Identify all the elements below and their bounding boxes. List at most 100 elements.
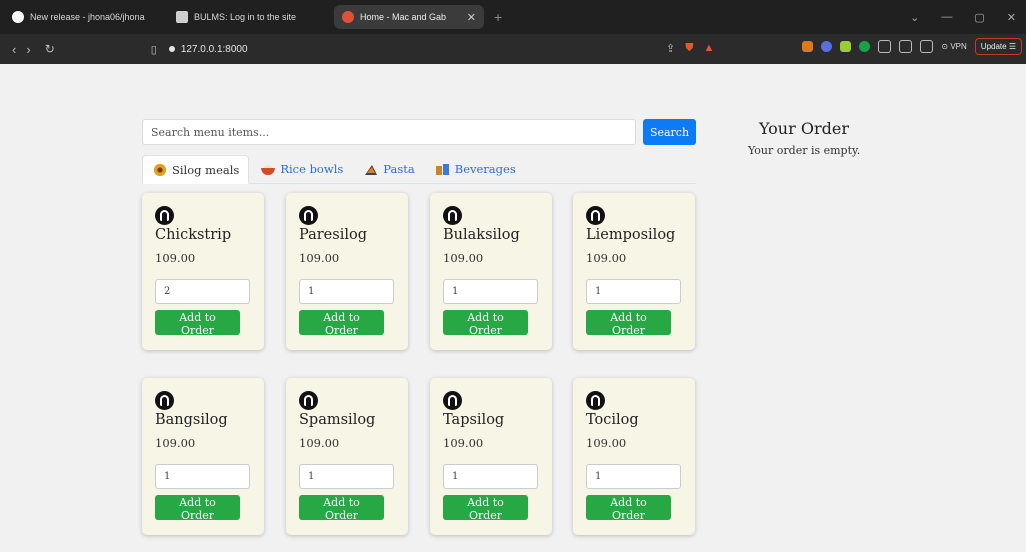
back-icon[interactable]: ‹ xyxy=(12,42,16,57)
sidebar-icon[interactable] xyxy=(899,40,913,53)
address-toolbar: ‹ › ↻ ▯ 127.0.0.1:8000 ⇪ ⛊ ▲ ⊙ VPN Updat… xyxy=(0,34,1026,64)
tab-pasta[interactable]: Pasta xyxy=(354,155,423,183)
update-label: Update xyxy=(980,42,1007,51)
browser-tab-github[interactable]: New release - jhona06/jhona xyxy=(4,5,164,29)
site-favicon-icon xyxy=(342,11,354,23)
vpn-label: VPN xyxy=(950,42,967,51)
tab-label: Silog meals xyxy=(172,162,240,177)
restaurant-logo-icon xyxy=(443,206,462,225)
tab-label: Pasta xyxy=(383,162,415,176)
new-tab-button[interactable]: + xyxy=(494,9,502,25)
github-icon xyxy=(12,11,24,23)
pasta-icon xyxy=(365,165,378,175)
browser-tab-strip: New release - jhona06/jhona BULMS: Log i… xyxy=(0,0,1026,34)
tab-list-chevron-icon[interactable]: ⌄ xyxy=(910,11,919,24)
address-field[interactable]: 127.0.0.1:8000 xyxy=(168,43,248,55)
beverages-icon xyxy=(435,164,449,175)
item-name: Tocilog xyxy=(586,412,639,428)
quantity-input[interactable] xyxy=(299,464,394,489)
add-to-order-button[interactable]: Add to Order xyxy=(586,495,671,522)
item-name: Paresilog xyxy=(299,227,367,243)
item-price: 109.00 xyxy=(586,436,627,450)
add-to-order-button[interactable]: Add to Order xyxy=(299,495,384,522)
browser-tab-label: Home - Mac and Gab xyxy=(360,12,447,22)
quantity-input[interactable] xyxy=(443,279,538,304)
item-price: 109.00 xyxy=(586,251,627,265)
menu-item-card: Spamsilog 109.00 Add to Order xyxy=(286,378,408,535)
item-name: Bulaksilog xyxy=(443,227,520,243)
leaf-extension-icon[interactable] xyxy=(840,41,852,52)
menu-item-card: Paresilog 109.00 Add to Order xyxy=(286,193,408,350)
menu-item-card: Chickstrip 109.00 Add to Order xyxy=(142,193,264,350)
extension-icon[interactable] xyxy=(821,41,833,52)
menu-item-card: Liemposilog 109.00 Add to Order xyxy=(573,193,695,350)
restore-icon[interactable]: ▢ xyxy=(974,11,984,24)
search-input[interactable] xyxy=(142,119,636,145)
quantity-input[interactable] xyxy=(586,464,681,489)
brave-rewards-icon[interactable]: ▲ xyxy=(703,42,714,55)
order-empty-message: Your order is empty. xyxy=(748,144,861,157)
tab-beverages[interactable]: Beverages xyxy=(426,155,525,183)
rice-bowl-icon xyxy=(261,165,276,175)
menu-item-card: Bangsilog 109.00 Add to Order xyxy=(142,378,264,535)
vpn-button[interactable]: ⊙ VPN xyxy=(941,42,966,51)
menu-item-card: Bulaksilog 109.00 Add to Order xyxy=(430,193,552,350)
add-to-order-button[interactable]: Add to Order xyxy=(443,495,528,522)
order-title: Your Order xyxy=(759,119,849,138)
restaurant-logo-icon xyxy=(155,391,174,410)
site-info-icon[interactable] xyxy=(168,46,175,52)
item-price: 109.00 xyxy=(443,436,484,450)
close-window-icon[interactable]: ✕ xyxy=(1007,11,1016,24)
share-icon[interactable]: ⇪ xyxy=(666,42,675,55)
tab-silog-meals[interactable]: Silog meals xyxy=(142,155,250,184)
minimize-icon[interactable]: — xyxy=(941,11,952,23)
restaurant-logo-icon xyxy=(586,391,605,410)
item-price: 109.00 xyxy=(299,251,340,265)
item-name: Spamsilog xyxy=(299,412,376,428)
grammarly-icon[interactable] xyxy=(859,41,871,52)
address-actions: ⇪ ⛊ ▲ xyxy=(666,42,714,55)
item-name: Chickstrip xyxy=(155,227,232,243)
menu-item-card: Tocilog 109.00 Add to Order xyxy=(573,378,695,535)
add-to-order-button[interactable]: Add to Order xyxy=(443,310,528,337)
page-content: Search Silog meals Rice bowls Pasta Beve… xyxy=(0,64,1026,552)
browser-tab-bulms[interactable]: BULMS: Log in to the site xyxy=(168,5,328,29)
restaurant-logo-icon xyxy=(443,391,462,410)
item-price: 109.00 xyxy=(155,436,196,450)
bulms-icon xyxy=(176,11,188,23)
tab-label: Beverages xyxy=(454,162,516,176)
quantity-input[interactable] xyxy=(299,279,394,304)
search-button[interactable]: Search xyxy=(643,119,696,145)
close-tab-icon[interactable]: ✕ xyxy=(467,11,476,24)
item-price: 109.00 xyxy=(155,251,196,265)
url-text: 127.0.0.1:8000 xyxy=(180,43,248,55)
restaurant-logo-icon xyxy=(155,206,174,225)
menu-item-card: Tapsilog 109.00 Add to Order xyxy=(430,378,552,535)
add-to-order-button[interactable]: Add to Order xyxy=(299,310,384,337)
restaurant-logo-icon xyxy=(299,206,318,225)
silog-icon xyxy=(153,163,167,176)
bookmark-icon[interactable]: ▯ xyxy=(151,43,157,56)
add-to-order-button[interactable]: Add to Order xyxy=(155,310,240,337)
add-to-order-button[interactable]: Add to Order xyxy=(155,495,240,522)
wallet-icon[interactable] xyxy=(920,40,934,53)
restaurant-logo-icon xyxy=(299,391,318,410)
add-to-order-button[interactable]: Add to Order xyxy=(586,310,671,337)
browser-tab-home[interactable]: Home - Mac and Gab ✕ xyxy=(334,5,484,29)
forward-icon[interactable]: › xyxy=(26,42,30,57)
puzzle-icon[interactable] xyxy=(878,40,892,53)
browser-tab-label: BULMS: Log in to the site xyxy=(194,12,297,22)
browser-tab-label: New release - jhona06/jhona xyxy=(30,12,145,22)
brave-shield-icon[interactable]: ⛊ xyxy=(685,42,693,55)
item-price: 109.00 xyxy=(299,436,340,450)
quantity-input[interactable] xyxy=(586,279,681,304)
quantity-input[interactable] xyxy=(155,464,250,489)
quantity-input[interactable] xyxy=(443,464,538,489)
quantity-input[interactable] xyxy=(155,279,250,304)
window-controls: ⌄ — ▢ ✕ xyxy=(910,0,1026,34)
item-price: 109.00 xyxy=(443,251,484,265)
tab-rice-bowls[interactable]: Rice bowls xyxy=(251,155,352,183)
update-button[interactable]: Update ☰ xyxy=(974,38,1022,55)
reload-icon[interactable]: ↻ xyxy=(45,42,55,56)
metamask-icon[interactable] xyxy=(802,41,814,52)
